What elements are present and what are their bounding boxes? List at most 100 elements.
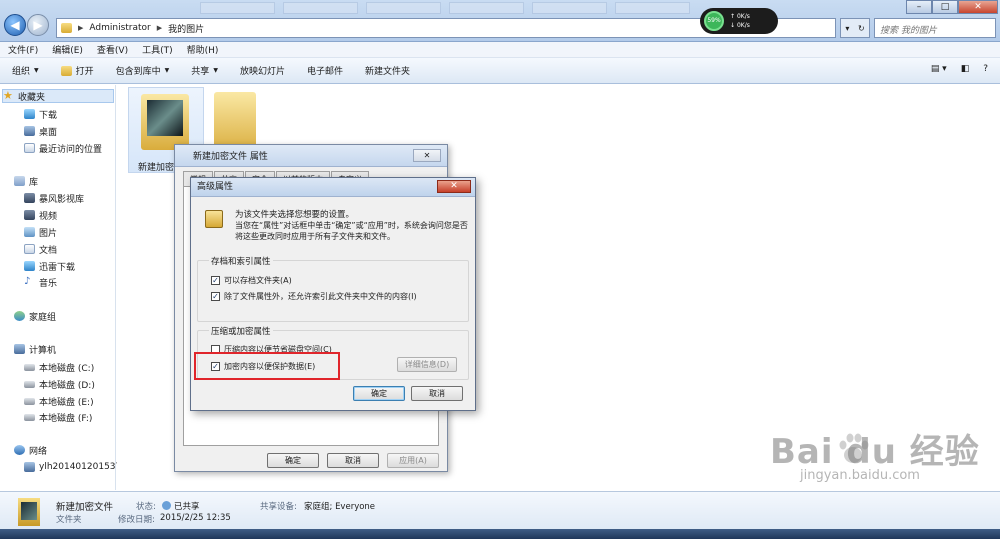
- sidebar-item-documents[interactable]: 文档: [24, 242, 57, 256]
- maximize-button[interactable]: □: [932, 0, 958, 14]
- thunder-download-icon: [24, 261, 35, 271]
- menu-file[interactable]: 文件(F): [8, 43, 38, 56]
- selected-folder-thumbnail-icon: [18, 498, 40, 526]
- sidebar-item-thunder[interactable]: 迅雷下载: [24, 259, 75, 273]
- email-button[interactable]: 电子邮件: [307, 64, 343, 77]
- sidebar-item-drive-e[interactable]: 本地磁盘 (E:): [24, 394, 94, 408]
- menu-help[interactable]: 帮助(H): [187, 43, 219, 56]
- minimize-button[interactable]: –: [906, 0, 932, 14]
- properties-ok-button[interactable]: 确定: [267, 453, 319, 468]
- refresh-icon[interactable]: ↻: [858, 24, 865, 33]
- annotation-highlight-box: [194, 352, 340, 380]
- download-arrow-icon: ↓: [730, 22, 737, 29]
- sidebar-item-homegroup[interactable]: 家庭组: [14, 309, 56, 323]
- view-options-icon[interactable]: ▤ ▾: [931, 64, 947, 74]
- close-icon[interactable]: ✕: [413, 149, 441, 162]
- details-state-label: 状态:: [136, 502, 156, 512]
- navigation-pane: ★ 收藏夹 下载 桌面 最近访问的位置 库 暴风影视库 视频 图片 文档 迅雷下载…: [0, 85, 121, 490]
- close-button[interactable]: ✕: [958, 0, 998, 14]
- desktop-icon: [24, 126, 35, 136]
- slideshow-button[interactable]: 放映幻灯片: [240, 64, 285, 77]
- menu-tools[interactable]: 工具(T): [142, 43, 173, 56]
- star-icon: ★: [3, 89, 13, 102]
- breadcrumb-my-pictures[interactable]: 我的图片: [168, 22, 204, 35]
- forward-button[interactable]: ▶: [27, 14, 49, 36]
- disk-icon: [24, 413, 35, 421]
- picture-icon: [24, 227, 35, 237]
- meter-percent: 59%: [704, 11, 724, 31]
- menu-view[interactable]: 查看(V): [97, 43, 128, 56]
- details-state-value: 已共享: [162, 500, 200, 512]
- archive-checkbox[interactable]: ✓: [211, 276, 220, 285]
- sidebar-item-desktop[interactable]: 桌面: [24, 124, 57, 138]
- details-shared-label: 共享设备:: [260, 502, 297, 512]
- new-folder-button[interactable]: 新建文件夹: [365, 64, 410, 77]
- window-controls: – □ ✕: [906, 0, 998, 14]
- details-modified-label: 修改日期:: [118, 515, 155, 525]
- upload-rate: 0K/s: [736, 13, 750, 20]
- sidebar-item-videos[interactable]: 视频: [24, 208, 57, 222]
- details-type: 文件夹: [56, 515, 82, 525]
- details-shared-value: 家庭组; Everyone: [304, 502, 376, 512]
- disk-icon: [24, 380, 35, 388]
- sidebar-item-pictures[interactable]: 图片: [24, 225, 57, 239]
- details-button[interactable]: 详细信息(D): [397, 357, 457, 372]
- advanced-ok-button[interactable]: 确定: [353, 386, 405, 401]
- sidebar-item-network-pc[interactable]: ylh201401201537: [24, 460, 121, 474]
- address-tools: ▾ ↻: [840, 18, 870, 38]
- advanced-description-body: 当您在“属性”对话框中单击“确定”或“应用”时，系统会询问您是否将这些更改同时应…: [235, 221, 468, 241]
- watermark-url: jingyan.baidu.com: [800, 468, 920, 483]
- disk-icon: [24, 363, 35, 371]
- library-icon: [14, 176, 25, 186]
- breadcrumb-administrator[interactable]: Administrator: [89, 23, 150, 33]
- index-checkbox-label: 除了文件属性外，还允许索引此文件夹中文件的内容(I): [224, 292, 417, 301]
- folder-icon: [61, 23, 72, 33]
- help-icon[interactable]: ?: [983, 64, 988, 74]
- sidebar-item-downloads[interactable]: 下载: [24, 107, 57, 121]
- sidebar-item-computer[interactable]: 计算机: [14, 342, 56, 356]
- video-icon: [24, 210, 35, 220]
- sidebar-item-drive-f[interactable]: 本地磁盘 (F:): [24, 410, 92, 424]
- folder-settings-icon: [205, 210, 223, 228]
- menu-bar: 文件(F) 编辑(E) 查看(V) 工具(T) 帮助(H): [0, 42, 1000, 58]
- close-button[interactable]: ✕: [437, 180, 471, 193]
- chevron-right-icon: ▶: [78, 24, 84, 32]
- background-tabs: [200, 2, 690, 14]
- title-bar: ◀ ▶ ▶ Administrator ▶ 我的图片 ▾ ↻ 搜索 我的图片 5…: [0, 0, 1000, 42]
- properties-cancel-button[interactable]: 取消: [327, 453, 379, 468]
- dropdown-icon[interactable]: ▾: [845, 24, 849, 33]
- share-button[interactable]: 共享 ▼: [191, 64, 218, 77]
- sidebar-item-network[interactable]: 网络: [14, 443, 47, 457]
- sidebar-item-drive-d[interactable]: 本地磁盘 (D:): [24, 377, 95, 391]
- upload-arrow-icon: ↑: [730, 13, 737, 20]
- sidebar-item-drive-c[interactable]: 本地磁盘 (C:): [24, 360, 94, 374]
- sidebar-item-libraries[interactable]: 库: [14, 174, 38, 188]
- search-input[interactable]: 搜索 我的图片: [874, 18, 996, 38]
- sidebar-item-favorites[interactable]: ★ 收藏夹: [2, 89, 114, 103]
- video-library-icon: [24, 193, 35, 203]
- properties-apply-button[interactable]: 应用(A): [387, 453, 439, 468]
- archive-checkbox-row[interactable]: ✓ 可以存档文件夹(A): [211, 275, 292, 286]
- document-icon: [24, 244, 35, 254]
- homegroup-icon: [14, 311, 25, 321]
- sidebar-item-recent[interactable]: 最近访问的位置: [24, 141, 102, 155]
- sidebar-item-music[interactable]: ♪ 音乐: [24, 275, 57, 289]
- properties-dialog-titlebar: 新建加密文件 属性 ✕: [175, 145, 447, 167]
- menu-edit[interactable]: 编辑(E): [52, 43, 83, 56]
- taskbar: [0, 529, 1000, 539]
- advanced-cancel-button[interactable]: 取消: [411, 386, 463, 401]
- archive-checkbox-label: 可以存档文件夹(A): [224, 276, 292, 285]
- index-checkbox[interactable]: ✓: [211, 292, 220, 301]
- sidebar-item-storm-video[interactable]: 暴风影视库: [24, 191, 84, 205]
- open-button[interactable]: 打开: [60, 64, 94, 77]
- back-button[interactable]: ◀: [4, 14, 26, 36]
- include-library-button[interactable]: 包含到库中 ▼: [116, 64, 170, 77]
- chevron-right-icon: ▶: [156, 24, 163, 32]
- download-icon: [24, 109, 35, 119]
- folder-thumbnail-icon: [141, 94, 189, 150]
- index-checkbox-row[interactable]: ✓ 除了文件属性外，还允许索引此文件夹中文件的内容(I): [211, 291, 417, 302]
- organize-button[interactable]: 组织 ▼: [12, 64, 39, 77]
- network-icon: [14, 445, 25, 455]
- download-rate: 0K/s: [736, 22, 750, 29]
- preview-pane-icon[interactable]: ◧: [961, 64, 970, 74]
